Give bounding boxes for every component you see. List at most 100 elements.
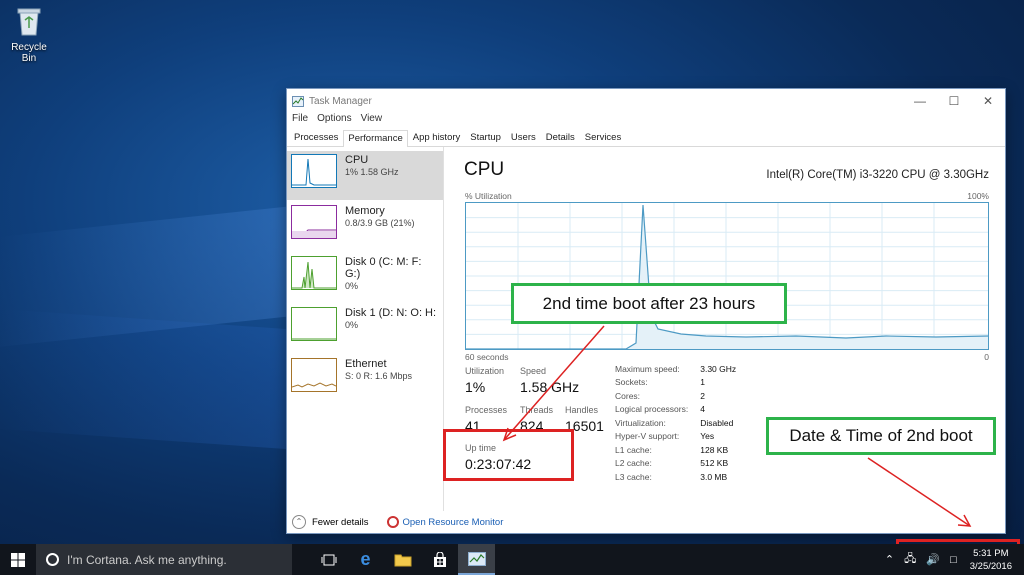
recycle-bin-shortcut[interactable]: Recycle Bin [4, 6, 54, 64]
disk-0-thumbnail-graph [291, 256, 337, 290]
tab-strip: Processes Performance App history Startu… [287, 129, 1005, 147]
table-row: L3 cache: 3.0 MB [615, 470, 736, 484]
taskbar: I'm Cortana. Ask me anything. e ⌃ 🖧 🔊 □ … [0, 544, 1024, 575]
prop-value: 512 KB [700, 458, 729, 469]
prop-value: Yes [700, 431, 715, 442]
prop-label: Logical processors: [615, 404, 689, 415]
chevron-up-icon[interactable]: ⌃ [885, 553, 894, 566]
title-bar[interactable]: Task Manager — ☐ ✕ [287, 89, 1005, 113]
open-resource-monitor-link[interactable]: Open Resource Monitor [403, 517, 504, 528]
graph-x-right: 0 [984, 352, 989, 362]
volume-icon[interactable]: 🔊 [926, 553, 940, 566]
cortana-search-box[interactable]: I'm Cortana. Ask me anything. [36, 544, 292, 575]
speed-value: 1.58 GHz [520, 379, 580, 395]
start-button[interactable] [0, 544, 36, 575]
tab-performance[interactable]: Performance [343, 130, 408, 147]
sidebar-item-label: Disk 1 (D: N: O: H: [345, 307, 437, 319]
graph-x-left: 60 seconds [465, 352, 509, 362]
table-row: Logical processors: 4 [615, 403, 736, 417]
window-title: Task Manager [309, 95, 372, 107]
chevron-up-icon[interactable]: ⌃ [292, 515, 306, 529]
sidebar-item-memory[interactable]: Memory 0.8/3.9 GB (21%) [287, 202, 443, 251]
task-manager-icon [292, 95, 304, 107]
store-bag-icon [433, 551, 446, 567]
sidebar-item-value: 0.8/3.9 GB (21%) [345, 218, 415, 228]
sidebar-item-value: 0% [345, 320, 359, 330]
file-explorer-button[interactable] [384, 544, 421, 575]
task-manager-icon [467, 551, 486, 566]
search-placeholder: I'm Cortana. Ask me anything. [67, 552, 227, 567]
graph-y-max: 100% [967, 191, 989, 201]
edge-browser-button[interactable]: e [347, 544, 384, 575]
sidebar-item-label: Disk 0 (C: M: F: G:) [345, 256, 422, 280]
tab-app-history[interactable]: App history [408, 129, 466, 146]
prop-value: 3.30 GHz [700, 363, 737, 374]
tab-users[interactable]: Users [506, 129, 541, 146]
processes-label: Processes [465, 405, 508, 415]
handles-label: Handles [565, 405, 599, 415]
prop-label: L1 cache: [615, 444, 652, 455]
minimize-button[interactable]: — [903, 94, 937, 108]
tab-startup[interactable]: Startup [465, 129, 506, 146]
store-button[interactable] [421, 544, 458, 575]
prop-value: 3.0 MB [700, 471, 728, 482]
maximize-button[interactable]: ☐ [937, 94, 971, 108]
prop-label: Cores: [615, 390, 641, 401]
table-row: Maximum speed: 3.30 GHz [615, 362, 736, 376]
resource-sidebar: CPU 1% 1.58 GHz Memory 0.8/3.9 GB (21%) [287, 147, 444, 511]
sidebar-item-value: 0% [345, 281, 359, 291]
sidebar-item-disk-0[interactable]: Disk 0 (C: M: F: G:) 0% [287, 253, 443, 302]
utilization-value: 1% [465, 379, 486, 395]
prop-label: L3 cache: [615, 471, 652, 482]
prop-value: Disabled [700, 417, 734, 428]
menu-view[interactable]: View [361, 113, 383, 129]
panel-title: CPU [464, 159, 505, 180]
annotation-datetime-note: Date & Time of 2nd boot [766, 417, 996, 455]
prop-label: Maximum speed: [615, 363, 680, 374]
sidebar-item-disk-1[interactable]: Disk 1 (D: N: O: H: 0% [287, 304, 443, 353]
table-row: L1 cache: 128 KB [615, 443, 736, 457]
table-row: Sockets: 1 [615, 376, 736, 390]
table-row: Hyper-V support: Yes [615, 430, 736, 444]
cpu-model: Intel(R) Core(TM) i3-3220 CPU @ 3.30GHz [766, 169, 989, 181]
edge-icon: e [360, 549, 371, 569]
table-row: Cores: 2 [615, 389, 736, 403]
sidebar-item-label: Memory [345, 205, 385, 217]
prop-label: L2 cache: [615, 458, 652, 469]
cpu-utilization-graph [465, 202, 989, 350]
menu-options[interactable]: Options [317, 113, 351, 129]
table-row: L2 cache: 512 KB [615, 457, 736, 471]
graph-y-label: % Utilization [465, 191, 512, 201]
folder-icon [394, 554, 411, 566]
tab-processes[interactable]: Processes [289, 129, 343, 146]
task-manager-taskbar-button[interactable] [458, 544, 495, 575]
clock-date: 3/25/2016 [969, 560, 1012, 572]
system-tray: ⌃ 🖧 🔊 □ 5:31 PM 3/25/2016 [880, 544, 1020, 575]
sidebar-item-cpu[interactable]: CPU 1% 1.58 GHz [287, 151, 443, 200]
fewer-details-link[interactable]: Fewer details [312, 517, 369, 528]
prop-label: Virtualization: [615, 417, 666, 428]
task-view-icon [321, 554, 336, 565]
taskbar-clock[interactable]: 5:31 PM 3/25/2016 [970, 547, 1012, 573]
menu-file[interactable]: File [292, 113, 308, 129]
task-view-button[interactable] [310, 544, 347, 575]
sidebar-item-ethernet[interactable]: Ethernet S: 0 R: 1.6 Mbps [287, 355, 443, 404]
sidebar-item-value: S: 0 R: 1.6 Mbps [345, 371, 413, 381]
network-icon[interactable]: 🖧 [904, 550, 916, 569]
table-row: Virtualization: Disabled [615, 416, 736, 430]
ethernet-thumbnail-graph [291, 358, 337, 392]
action-center-icon[interactable]: □ [950, 554, 957, 566]
sidebar-item-label: Ethernet [345, 358, 387, 370]
tab-details[interactable]: Details [541, 129, 580, 146]
threads-label: Threads [520, 405, 554, 415]
tab-services[interactable]: Services [580, 129, 626, 146]
utilization-label: Utilization [465, 366, 505, 376]
annotation-boot-note: 2nd time boot after 23 hours [511, 283, 787, 324]
close-button[interactable]: ✕ [971, 94, 1005, 108]
prop-value: 4 [700, 404, 705, 415]
clock-time: 5:31 PM [973, 547, 1009, 559]
recycle-bin-icon [17, 8, 41, 36]
resource-monitor-icon [386, 516, 399, 528]
windows-logo-icon [11, 552, 25, 567]
prop-value: 1 [700, 377, 705, 388]
